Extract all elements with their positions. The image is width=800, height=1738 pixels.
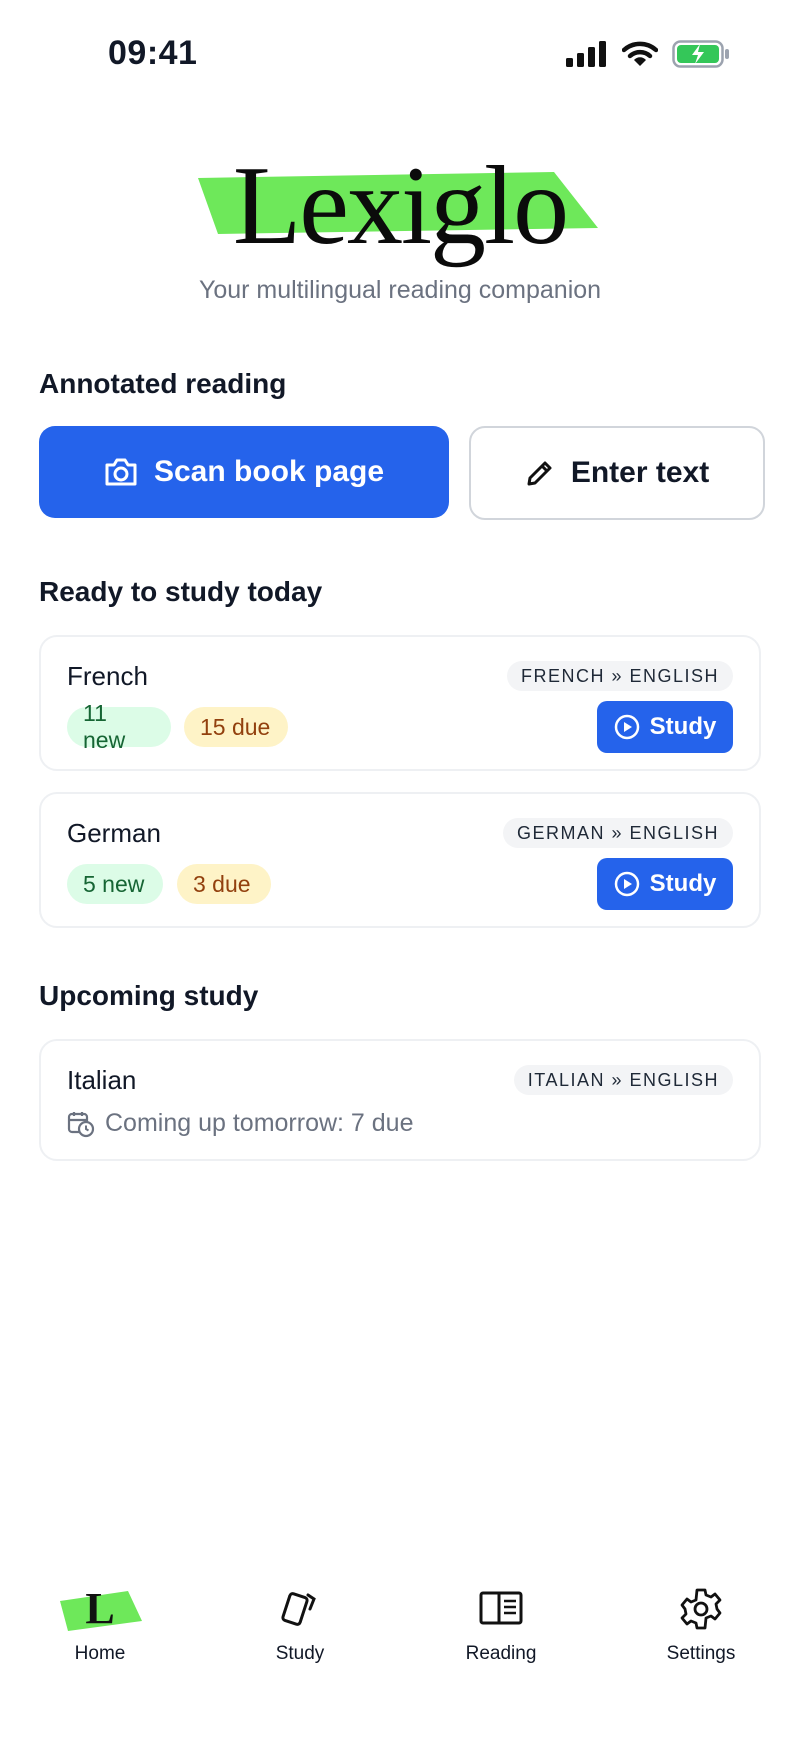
enter-text-button[interactable]: Enter text	[469, 426, 765, 520]
app-tagline: Your multilingual reading companion	[198, 276, 602, 304]
bottom-navigation: L Home Study Reading Settings	[0, 1585, 800, 1695]
signal-icon	[566, 41, 606, 67]
play-circle-icon	[614, 714, 639, 740]
deck-name: German	[67, 818, 161, 848]
study-button-label: Study	[649, 713, 717, 740]
scan-book-page-button[interactable]: Scan book page	[39, 426, 449, 518]
language-pair-badge: FRENCH » ENGLISH	[506, 661, 733, 691]
svg-text:L: L	[85, 1587, 114, 1631]
deck-name: French	[67, 661, 148, 691]
nav-item-study[interactable]: Study	[220, 1585, 380, 1665]
nav-item-settings[interactable]: Settings	[621, 1585, 781, 1665]
section-title-annotated-reading: Annotated reading	[39, 368, 287, 399]
pencil-icon	[527, 461, 552, 486]
deck-card-italian[interactable]: Italian ITALIAN » ENGLISH Coming up tomo…	[39, 1039, 761, 1161]
calendar-clock-icon	[67, 1111, 95, 1137]
nav-item-reading[interactable]: Reading	[421, 1585, 581, 1665]
nav-label-reading: Reading	[465, 1643, 537, 1664]
study-button-german[interactable]: Study	[597, 858, 733, 910]
section-title-upcoming-study: Upcoming study	[39, 980, 259, 1011]
nav-label-settings: Settings	[666, 1643, 736, 1664]
status-icons	[566, 40, 730, 68]
nav-label-study: Study	[275, 1643, 325, 1664]
home-logo-icon: L	[20, 1585, 180, 1633]
due-count-chip: 3 due	[177, 864, 271, 904]
status-time: 09:41	[108, 34, 198, 72]
nav-item-home[interactable]: L Home	[20, 1585, 180, 1665]
new-count-chip: 11 new	[67, 700, 171, 753]
new-count-chip: 5 new	[67, 864, 163, 904]
section-title-ready-to-study: Ready to study today	[39, 576, 323, 607]
book-icon	[421, 1585, 581, 1633]
camera-icon	[105, 458, 137, 486]
play-circle-icon	[614, 871, 639, 897]
gear-icon	[621, 1585, 781, 1633]
scan-button-label: Scan book page	[153, 455, 385, 488]
cards-icon	[220, 1585, 380, 1633]
study-button-label: Study	[649, 870, 717, 897]
deck-card-german[interactable]: German GERMAN » ENGLISH 5 new 3 due Stud…	[39, 792, 761, 928]
enter-text-label: Enter text	[570, 456, 710, 489]
due-count-chip: 15 due	[184, 707, 288, 747]
battery-charging-icon	[672, 40, 729, 68]
language-pair-badge: ITALIAN » ENGLISH	[513, 1065, 733, 1095]
nav-label-home: Home	[74, 1643, 126, 1664]
deck-name: Italian	[67, 1065, 137, 1095]
study-button-french[interactable]: Study	[597, 701, 733, 753]
language-pair-badge: GERMAN » ENGLISH	[502, 818, 733, 848]
deck-card-french[interactable]: French FRENCH » ENGLISH 11 new 15 due St…	[39, 635, 761, 771]
upcoming-note: Coming up tomorrow: 7 due	[67, 1109, 413, 1138]
app-logo: Lexiglo	[232, 144, 569, 268]
upcoming-note-text: Coming up tomorrow: 7 due	[105, 1109, 414, 1137]
wifi-icon	[622, 41, 658, 66]
